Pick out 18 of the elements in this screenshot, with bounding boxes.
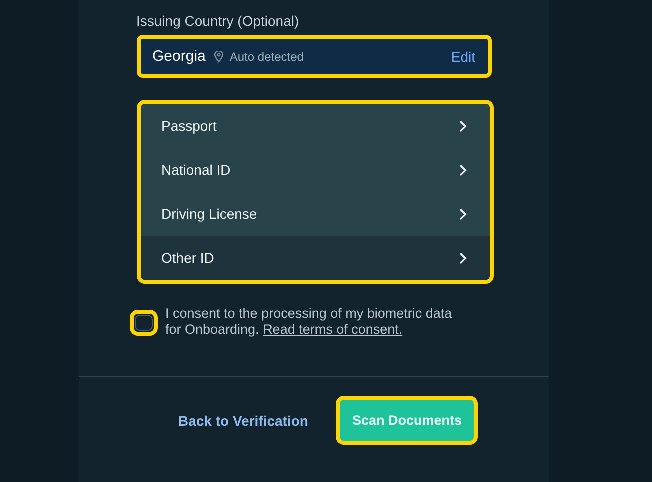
back-link[interactable]: Back to Verification: [178, 412, 308, 428]
chevron-right-icon: [458, 120, 466, 132]
detected-hint: Auto detected: [230, 50, 305, 64]
document-option[interactable]: Passport: [140, 104, 490, 148]
terms-link[interactable]: Read terms of consent.: [263, 322, 403, 337]
country-value: Georgia: [152, 48, 206, 65]
chevron-right-icon: [458, 208, 466, 220]
document-option[interactable]: Other ID: [140, 236, 490, 280]
location-pin-icon: [214, 50, 224, 62]
field-label: Issuing Country (Optional): [136, 13, 300, 29]
chevron-right-icon: [458, 164, 466, 176]
document-option[interactable]: Driving License: [140, 192, 490, 236]
document-option[interactable]: National ID: [140, 148, 490, 192]
country-field[interactable]: Georgia Auto detected Edit: [136, 35, 492, 78]
edit-link[interactable]: Edit: [451, 48, 476, 64]
consent-text: I consent to the processing of my biometric data for Onboarding. Read terms of consent.: [166, 306, 454, 338]
consent-checkbox[interactable]: [134, 315, 152, 331]
chevron-right-icon: [458, 252, 466, 264]
